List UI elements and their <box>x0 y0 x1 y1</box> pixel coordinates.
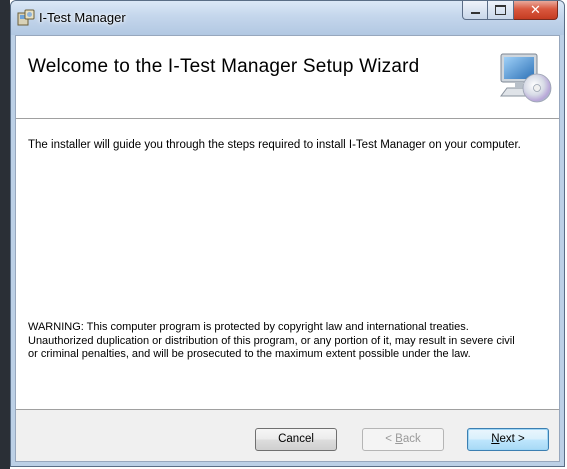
installer-icon <box>17 9 35 26</box>
cancel-button[interactable]: Cancel <box>255 428 337 451</box>
wizard-client-area: Welcome to the I-Test Manager Setup Wiza… <box>15 35 560 462</box>
close-icon: ✕ <box>530 2 541 18</box>
warning-text: WARNING: This computer program is protec… <box>28 321 555 362</box>
intro-text: The installer will guide you through the… <box>28 139 521 151</box>
button-bar: Cancel < Back Next > <box>16 410 559 461</box>
wizard-body: The installer will guide you through the… <box>16 119 559 410</box>
back-accelerator: B <box>395 433 403 445</box>
warning-line: WARNING: This computer program is protec… <box>28 321 469 333</box>
wizard-banner: Welcome to the I-Test Manager Setup Wiza… <box>16 36 559 119</box>
warning-line: Unauthorized duplication or distribution… <box>28 334 515 347</box>
back-prefix: < <box>385 433 396 445</box>
back-label-rest: ack <box>402 433 421 445</box>
back-button[interactable]: < Back <box>362 428 444 451</box>
desktop-background <box>0 0 10 469</box>
minimize-button[interactable] <box>462 1 488 20</box>
window-title: I-Test Manager <box>39 10 126 25</box>
close-button[interactable]: ✕ <box>514 1 558 20</box>
computer-cd-icon <box>500 53 552 103</box>
warning-line: or criminal penalties, and will be prose… <box>28 348 471 360</box>
maximize-icon <box>495 5 506 15</box>
next-accelerator: N <box>491 433 500 445</box>
wizard-title: Welcome to the I-Test Manager Setup Wiza… <box>28 56 420 77</box>
maximize-button[interactable] <box>488 1 514 20</box>
next-label-rest: ext > <box>499 433 525 445</box>
next-button[interactable]: Next > <box>467 428 549 451</box>
window-controls: ✕ <box>462 1 558 21</box>
minimize-icon <box>470 12 480 14</box>
installer-window: I-Test Manager ✕ Welcome to the I-Test M… <box>10 0 565 467</box>
title-bar[interactable]: I-Test Manager ✕ <box>11 1 564 35</box>
